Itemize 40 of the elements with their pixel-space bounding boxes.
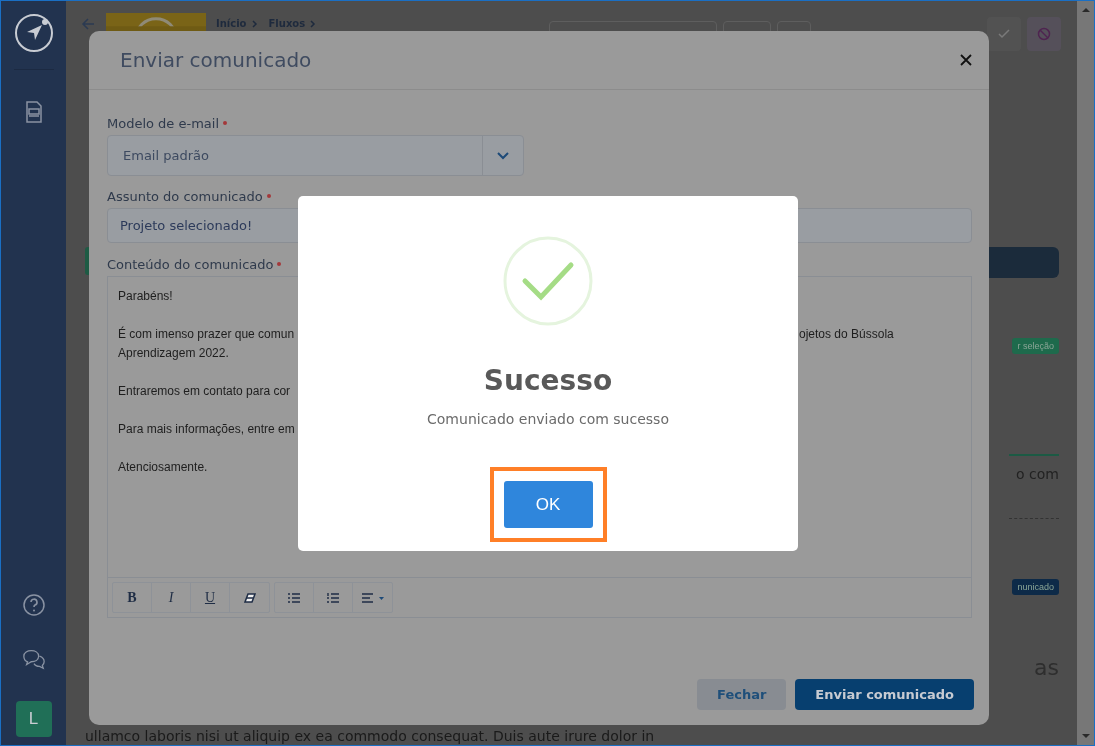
success-check-icon — [503, 236, 593, 326]
chat-icon[interactable] — [21, 647, 46, 671]
editor-text: Para mais informações, entre em — [118, 421, 296, 438]
editor-text: Aprendizagem 2022. — [118, 345, 230, 362]
align-dropdown-icon — [361, 593, 384, 603]
chevron-down-icon — [497, 151, 509, 160]
scroll-down-icon[interactable] — [1080, 733, 1091, 739]
ban-icon — [1036, 26, 1052, 42]
template-dropdown[interactable]: Email padrão — [107, 135, 524, 176]
format-button[interactable]: I — [152, 583, 191, 613]
editor-text: ojetos do Bússola — [799, 326, 895, 343]
status-tag: r seleção — [1012, 338, 1059, 354]
format-button[interactable]: U — [191, 583, 230, 613]
editor-text: É com imenso prazer que comun — [118, 325, 296, 343]
editor-text: Parabéns! — [118, 288, 174, 305]
send-button[interactable]: Enviar comunicado — [795, 679, 974, 710]
editor-text: Atenciosamente. — [118, 459, 209, 476]
ok-button[interactable]: OK — [503, 481, 593, 528]
field-label: Modelo de e-mail — [107, 115, 220, 131]
close-icon[interactable] — [959, 53, 973, 67]
help-icon[interactable] — [21, 593, 46, 617]
approve-button[interactable] — [987, 17, 1021, 51]
chevron-icon — [309, 19, 318, 28]
user-avatar[interactable]: L — [15, 701, 52, 737]
scroll-up-icon[interactable] — [1080, 7, 1091, 13]
status-tag: nunicado — [1012, 579, 1059, 595]
eraser-icon — [243, 593, 256, 603]
scrollbar[interactable] — [1077, 1, 1094, 745]
chevron-icon — [250, 19, 259, 28]
editor-text: Entraremos em contato para cor — [118, 383, 292, 400]
alert-title: Sucesso — [483, 364, 613, 397]
field-label: Assunto do comunicado — [107, 188, 263, 204]
navigation-logo-icon[interactable] — [13, 13, 54, 70]
close-button[interactable]: Fechar — [697, 679, 787, 710]
numbered-list-icon — [327, 593, 339, 603]
bullet-list-icon — [288, 593, 300, 603]
format-button[interactable]: B — [113, 583, 152, 613]
field-label: Conteúdo do comunicado — [107, 256, 274, 272]
dialog-title: Enviar comunicado — [120, 48, 312, 72]
alert-message: Comunicado enviado com sucesso — [427, 411, 669, 427]
